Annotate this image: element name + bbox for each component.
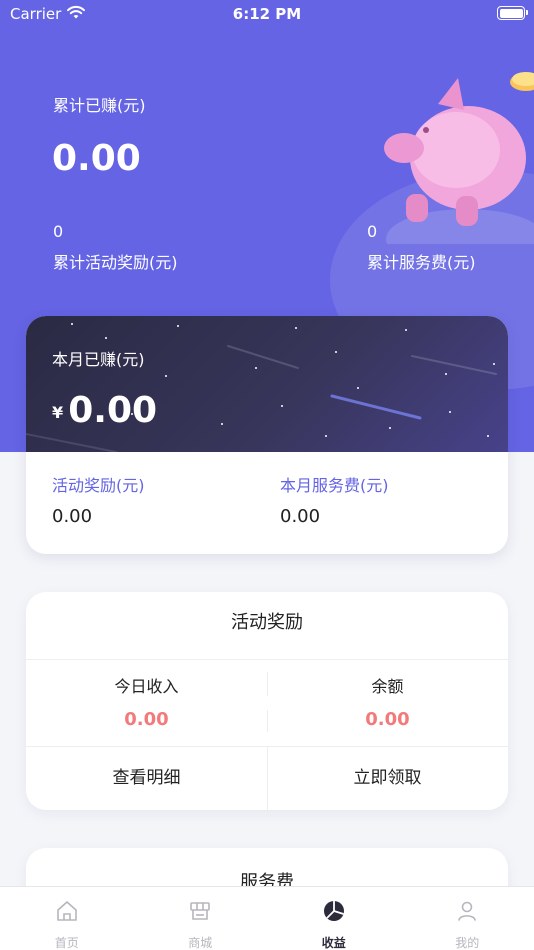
tab-profile[interactable]: 我的 [401,887,534,950]
view-details-button[interactable]: 查看明细 [26,747,267,810]
monthly-earned-value: 0.00 [68,390,158,431]
monthly-activity-reward-value: 0.00 [52,506,93,527]
today-income-value: 0.00 [124,709,169,730]
pie-chart-icon [323,901,344,921]
today-income-label: 今日收入 [114,677,179,696]
divider [26,659,508,660]
starfield-decoration [26,323,497,452]
claim-now-button[interactable]: 立即领取 [267,747,508,810]
tab-home-label: 首页 [54,936,79,950]
piggy-bank-illustration [384,72,534,244]
monthly-earnings-banner: 本月已赚(元) ¥ 0.00 [26,316,508,452]
total-activity-reward-value: 0 [53,222,64,241]
battery-icon [497,6,528,20]
tab-profile-label: 我的 [455,936,480,950]
balance-label: 余额 [371,677,404,696]
total-earned-label: 累计已赚(元) [53,96,146,115]
store-icon [190,902,211,920]
activity-reward-title: 活动奖励 [231,612,303,633]
tab-store-label: 商城 [188,936,213,950]
monthly-earned-label: 本月已赚(元) [52,350,145,369]
tab-earnings-label: 收益 [321,936,346,950]
monthly-activity-reward-label: 活动奖励(元) [52,476,145,495]
monthly-service-fee-label: 本月服务费(元) [280,476,389,495]
status-bar: Carrier 6:12 PM [0,0,534,28]
monthly-service-fee-value: 0.00 [280,506,321,527]
balance-value: 0.00 [365,709,410,730]
home-icon [56,901,77,921]
total-activity-reward-label: 累计活动奖励(元) [53,253,178,272]
person-icon [458,901,477,921]
tab-store[interactable]: 商城 [134,887,268,950]
total-service-fee-label: 累计服务费(元) [367,253,476,272]
tab-home[interactable]: 首页 [0,887,134,950]
tab-earnings[interactable]: 收益 [267,887,401,950]
activity-reward-card: 活动奖励 今日收入 余额 0.00 0.00 查看明细 立即领取 [26,592,508,810]
monthly-earned-amount: ¥ 0.00 [52,390,157,431]
tab-bar: 首页 商城 收益 我的 [0,886,534,950]
monthly-earnings-card: 本月已赚(元) ¥ 0.00 活动奖励(元) 0.00 本月服务费(元) 0.0… [26,316,508,554]
status-time: 6:12 PM [232,5,302,23]
currency-symbol: ¥ [52,403,64,422]
total-earned-value: 0.00 [52,138,141,179]
